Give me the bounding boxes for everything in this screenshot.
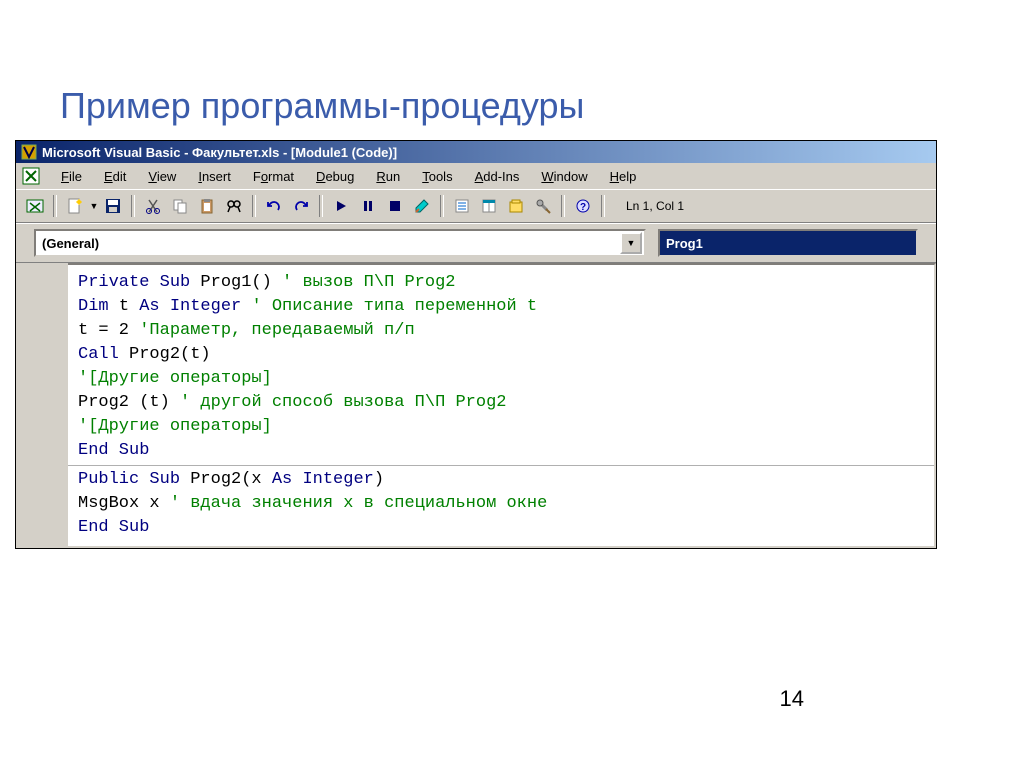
procedure-combo-value: Prog1 (666, 236, 703, 251)
code-line[interactable]: End Sub (78, 439, 924, 463)
menu-edit[interactable]: Edit (94, 167, 136, 186)
menu-insert[interactable]: Insert (188, 167, 241, 186)
excel-icon[interactable] (21, 166, 41, 186)
menu-window[interactable]: Window (531, 167, 597, 186)
menu-file[interactable]: File (51, 167, 92, 186)
insert-dropdown-icon[interactable]: ▼ (89, 201, 99, 211)
code-line[interactable]: End Sub (78, 516, 924, 540)
toolbar-separator (131, 195, 135, 217)
menu-tools[interactable]: Tools (412, 167, 462, 186)
object-browser-button[interactable] (503, 193, 529, 219)
titlebar-text: Microsoft Visual Basic - Факультет.xls -… (42, 145, 397, 160)
copy-button[interactable] (167, 193, 193, 219)
code-line[interactable]: Prog2 (t) ' другой способ вызова П\П Pro… (78, 391, 924, 415)
menu-help[interactable]: Help (600, 167, 647, 186)
code-line[interactable]: Public Sub Prog2(x As Integer) (78, 468, 924, 492)
code-line[interactable]: Dim t As Integer ' Описание типа перемен… (78, 295, 924, 319)
project-explorer-button[interactable] (449, 193, 475, 219)
redo-button[interactable] (288, 193, 314, 219)
toolbar-separator (252, 195, 256, 217)
procedure-combo[interactable]: Prog1 (658, 229, 918, 257)
titlebar[interactable]: Microsoft Visual Basic - Факультет.xls -… (16, 141, 936, 163)
properties-button[interactable] (476, 193, 502, 219)
menu-debug[interactable]: Debug (306, 167, 364, 186)
menu-addins[interactable]: Add-Ins (465, 167, 530, 186)
svg-text:?: ? (580, 202, 586, 213)
toolbar-separator (561, 195, 565, 217)
vb-ide-window: Microsoft Visual Basic - Факультет.xls -… (15, 140, 937, 549)
toolbar-separator (319, 195, 323, 217)
save-button[interactable] (100, 193, 126, 219)
menu-format[interactable]: Format (243, 167, 304, 186)
code-line[interactable]: t = 2 'Параметр, передаваемый п/п (78, 319, 924, 343)
code-editor[interactable]: Private Sub Prog1() ' вызов П\П Prog2Dim… (68, 263, 936, 548)
view-excel-button[interactable] (22, 193, 48, 219)
code-pane: Private Sub Prog1() ' вызов П\П Prog2Dim… (16, 262, 936, 548)
paste-button[interactable] (194, 193, 220, 219)
design-mode-button[interactable] (409, 193, 435, 219)
toolbar-separator (440, 195, 444, 217)
chevron-down-icon[interactable]: ▼ (620, 232, 642, 254)
cursor-position-status: Ln 1, Col 1 (620, 197, 690, 215)
run-button[interactable] (328, 193, 354, 219)
menubar: File Edit View Insert Format Debug Run T… (16, 163, 936, 189)
object-combo[interactable]: (General) ▼ (34, 229, 646, 257)
code-line[interactable]: MsgBox x ' вдача значения x в специально… (78, 492, 924, 516)
cut-button[interactable] (140, 193, 166, 219)
margin-indicator-bar[interactable] (16, 263, 68, 548)
stop-button[interactable] (382, 193, 408, 219)
toolbox-button[interactable] (530, 193, 556, 219)
slide-page-number: 14 (780, 686, 804, 712)
toolbar: ▼ (16, 189, 936, 223)
menu-view[interactable]: View (138, 167, 186, 186)
code-line[interactable]: '[Другие операторы] (78, 415, 924, 439)
object-combo-value: (General) (42, 236, 99, 251)
code-line[interactable]: '[Другие операторы] (78, 367, 924, 391)
toolbar-separator (53, 195, 57, 217)
app-icon (21, 144, 37, 160)
code-line[interactable]: Private Sub Prog1() ' вызов П\П Prog2 (78, 271, 924, 295)
slide-title: Пример программы-процедуры (60, 85, 584, 127)
help-button[interactable]: ? (570, 193, 596, 219)
find-button[interactable] (221, 193, 247, 219)
pause-button[interactable] (355, 193, 381, 219)
object-procedure-bar: (General) ▼ Prog1 (16, 223, 936, 262)
undo-button[interactable] (261, 193, 287, 219)
insert-module-button[interactable] (62, 193, 88, 219)
menu-run[interactable]: Run (366, 167, 410, 186)
code-line[interactable]: Call Prog2(t) (78, 343, 924, 367)
toolbar-separator (601, 195, 605, 217)
